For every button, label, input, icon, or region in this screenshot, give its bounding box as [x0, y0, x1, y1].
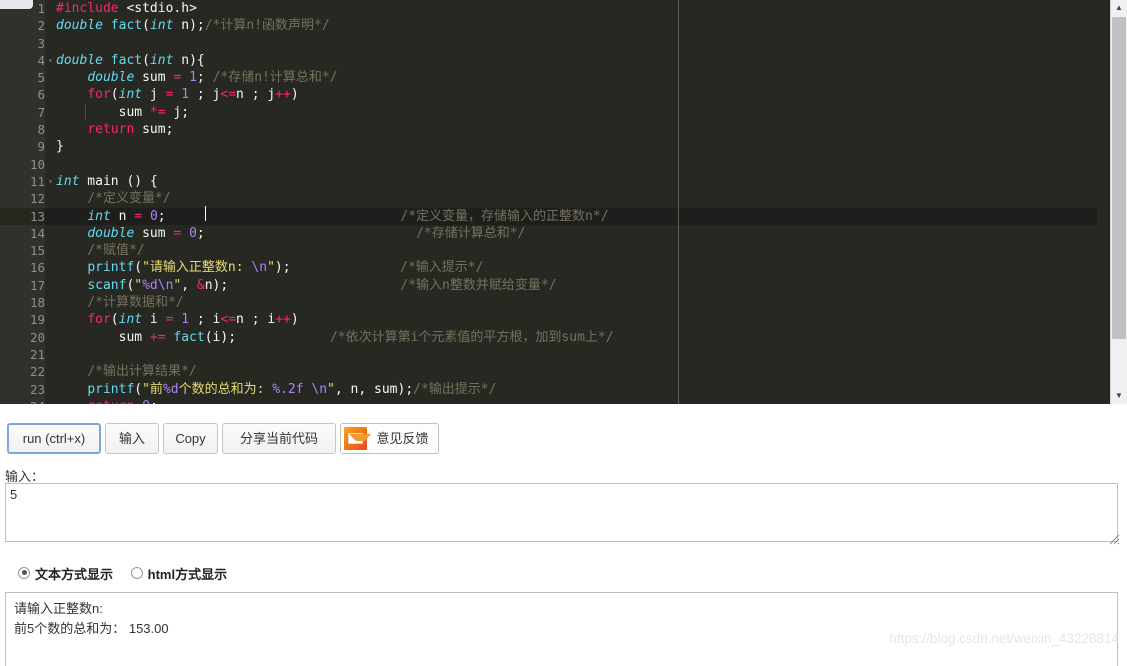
line-number: 6	[0, 86, 45, 104]
code-text: double fact(int n){	[56, 52, 205, 68]
line-number: 15	[0, 242, 45, 260]
code-line[interactable]: 20 sum += fact(i); /*依次计算第i个元素值的平方根，加到su…	[0, 328, 1097, 346]
display-mode-radio-group: 文本方式显示 html方式显示	[18, 564, 241, 583]
line-number: 20	[0, 328, 45, 346]
code-text: /*定义变量*/	[87, 191, 171, 207]
line-number: 24	[0, 397, 45, 404]
code-text: }	[56, 139, 64, 155]
code-line[interactable]: 23 printf("前%d个数的总和为: %.2f \n", n, sum);…	[0, 380, 1097, 398]
feedback-button-label: 意见反馈	[376, 431, 429, 446]
code-text: /*赋值*/	[87, 243, 145, 259]
scroll-down-arrow-icon[interactable]: ▼	[1111, 388, 1127, 404]
code-text: int main () {	[56, 173, 158, 189]
code-line[interactable]: 9 }	[0, 138, 1097, 156]
share-code-button[interactable]: 分享当前代码	[222, 423, 336, 454]
code-line[interactable]: 5 double sum = 1; /*存储n!计算总和*/	[0, 69, 1097, 87]
line-number: 3	[0, 34, 45, 52]
code-line[interactable]: 14 double sum = 0; /*存储计算总和*/	[0, 224, 1097, 243]
radio-text-mode[interactable]: 文本方式显示	[18, 564, 113, 583]
line-number: 4	[0, 51, 45, 70]
input-button[interactable]: 输入	[105, 423, 159, 454]
code-line[interactable]: 22 /*输出计算结果*/	[0, 363, 1097, 381]
code-text: sum += fact(i); /*依次计算第i个元素值的平方根，加到sum上*…	[56, 329, 614, 345]
line-number: 7	[0, 103, 45, 122]
code-line[interactable]: 19 for(int i = 1 ; i<=n ; i++)	[0, 311, 1097, 329]
code-text: return sum;	[87, 122, 174, 138]
code-line[interactable]: 1 #include <stdio.h>	[0, 0, 1097, 18]
radio-text-mode-label: 文本方式显示	[35, 567, 114, 582]
line-number: 19	[0, 311, 45, 329]
fold-arrow-icon[interactable]: ▾	[48, 173, 53, 190]
code-line[interactable]: 8 return sum;	[0, 121, 1097, 139]
code-scroll-area[interactable]: 1 #include <stdio.h> 2 double fact(int n…	[0, 0, 1097, 404]
program-output-panel: 请输入正整数n: 前5个数的总和为： 153.00	[5, 592, 1118, 666]
radio-html-mode-label: html方式显示	[147, 567, 228, 582]
code-text: #include <stdio.h>	[56, 1, 197, 16]
code-text: double sum = 0; /*存储计算总和*/	[87, 225, 526, 241]
code-line[interactable]: 24 return 0;	[0, 397, 1097, 404]
indent-guide	[85, 104, 86, 121]
fold-arrow-icon[interactable]: ▾	[48, 52, 53, 69]
print-margin-ruler	[678, 0, 679, 404]
radio-html-mode[interactable]: html方式显示	[130, 564, 228, 583]
scrollbar-thumb[interactable]	[1112, 17, 1126, 339]
feedback-button[interactable]: 意见反馈	[340, 423, 439, 454]
code-text: printf("请输入正整数n: \n"); /*输入提示*/	[87, 260, 484, 276]
line-number: 17	[0, 276, 45, 295]
code-line[interactable]: 7 sum *= j;	[0, 103, 1097, 122]
code-text: printf("前%d个数的总和为: %.2f \n", n, sum);/*输…	[87, 381, 497, 397]
code-text: sum *= j;	[56, 104, 190, 120]
code-text: for(int i = 1 ; i<=n ; i++)	[87, 312, 299, 328]
output-line: 请输入正整数n:	[14, 601, 103, 616]
code-line[interactable]: 21	[0, 345, 1097, 364]
line-number: 11	[0, 172, 45, 191]
radio-dot-icon[interactable]	[130, 566, 143, 579]
code-line[interactable]: 4 ▾ double fact(int n){	[0, 51, 1097, 70]
code-editor[interactable]: 1 #include <stdio.h> 2 double fact(int n…	[0, 0, 1127, 404]
code-text: int n = 0; /*定义变量，存储输入的正整数n*/	[87, 208, 609, 224]
code-line[interactable]: 16 printf("请输入正整数n: \n"); /*输入提示*/	[0, 259, 1097, 277]
code-line[interactable]: 12 /*定义变量*/	[0, 190, 1097, 208]
text-caret	[205, 206, 206, 221]
line-number: 23	[0, 380, 45, 398]
line-number: 9	[0, 138, 45, 156]
stdin-input[interactable]	[5, 483, 1118, 542]
code-line[interactable]: 18 /*计算数据和*/	[0, 294, 1097, 312]
scroll-up-arrow-icon[interactable]: ▲	[1111, 0, 1127, 16]
radio-dot-icon[interactable]	[18, 566, 30, 579]
code-line[interactable]: 15 /*赋值*/	[0, 242, 1097, 260]
run-button[interactable]: run (ctrl+x)	[7, 423, 101, 454]
code-line[interactable]: 2 double fact(int n);/*计算n!函数声明*/	[0, 17, 1097, 35]
envelope-icon	[344, 427, 371, 450]
line-number: 5	[0, 69, 45, 87]
code-text: scanf("%d\n", &n); /*输入n整数并赋给变量*/	[87, 277, 557, 293]
line-number: 2	[0, 17, 45, 35]
code-text: return 0;	[56, 398, 157, 404]
line-number: 14	[0, 224, 45, 243]
editor-tab-stub	[0, 0, 33, 9]
editor-toolbar: run (ctrl+x) 输入 Copy 分享当前代码 意见反馈	[0, 419, 1127, 465]
line-number: 13	[0, 207, 45, 225]
line-number: 16	[0, 259, 45, 277]
copy-button[interactable]: Copy	[163, 423, 218, 454]
line-number: 10	[0, 155, 45, 173]
watermark-text: https://blog.csdn.net/weixin_43228814	[889, 631, 1119, 646]
code-text: double fact(int n);/*计算n!函数声明*/	[56, 18, 330, 34]
code-line[interactable]: 11 ▾ int main () {	[0, 172, 1097, 191]
line-number: 12	[0, 190, 45, 208]
line-number: 21	[0, 345, 45, 364]
code-text: /*输出计算结果*/	[87, 364, 197, 380]
code-line[interactable]: 10	[0, 155, 1097, 173]
editor-vertical-scrollbar[interactable]: ▲ ▼	[1110, 0, 1127, 404]
code-line-active[interactable]: 13 int n = 0; /*定义变量，存储输入的正整数n*/	[0, 207, 1097, 225]
code-line[interactable]: 3	[0, 34, 1097, 52]
line-number: 18	[0, 294, 45, 312]
line-number: 8	[0, 121, 45, 139]
code-text: double sum = 1; /*存储n!计算总和*/	[87, 70, 338, 86]
code-line[interactable]: 6 for(int j = 1 ; j<=n ; j++)	[0, 86, 1097, 104]
code-text: for(int j = 1 ; j<=n ; j++)	[87, 87, 299, 103]
code-line[interactable]: 17 scanf("%d\n", &n); /*输入n整数并赋给变量*/	[0, 276, 1097, 295]
code-text: /*计算数据和*/	[87, 295, 184, 311]
line-number: 22	[0, 363, 45, 381]
